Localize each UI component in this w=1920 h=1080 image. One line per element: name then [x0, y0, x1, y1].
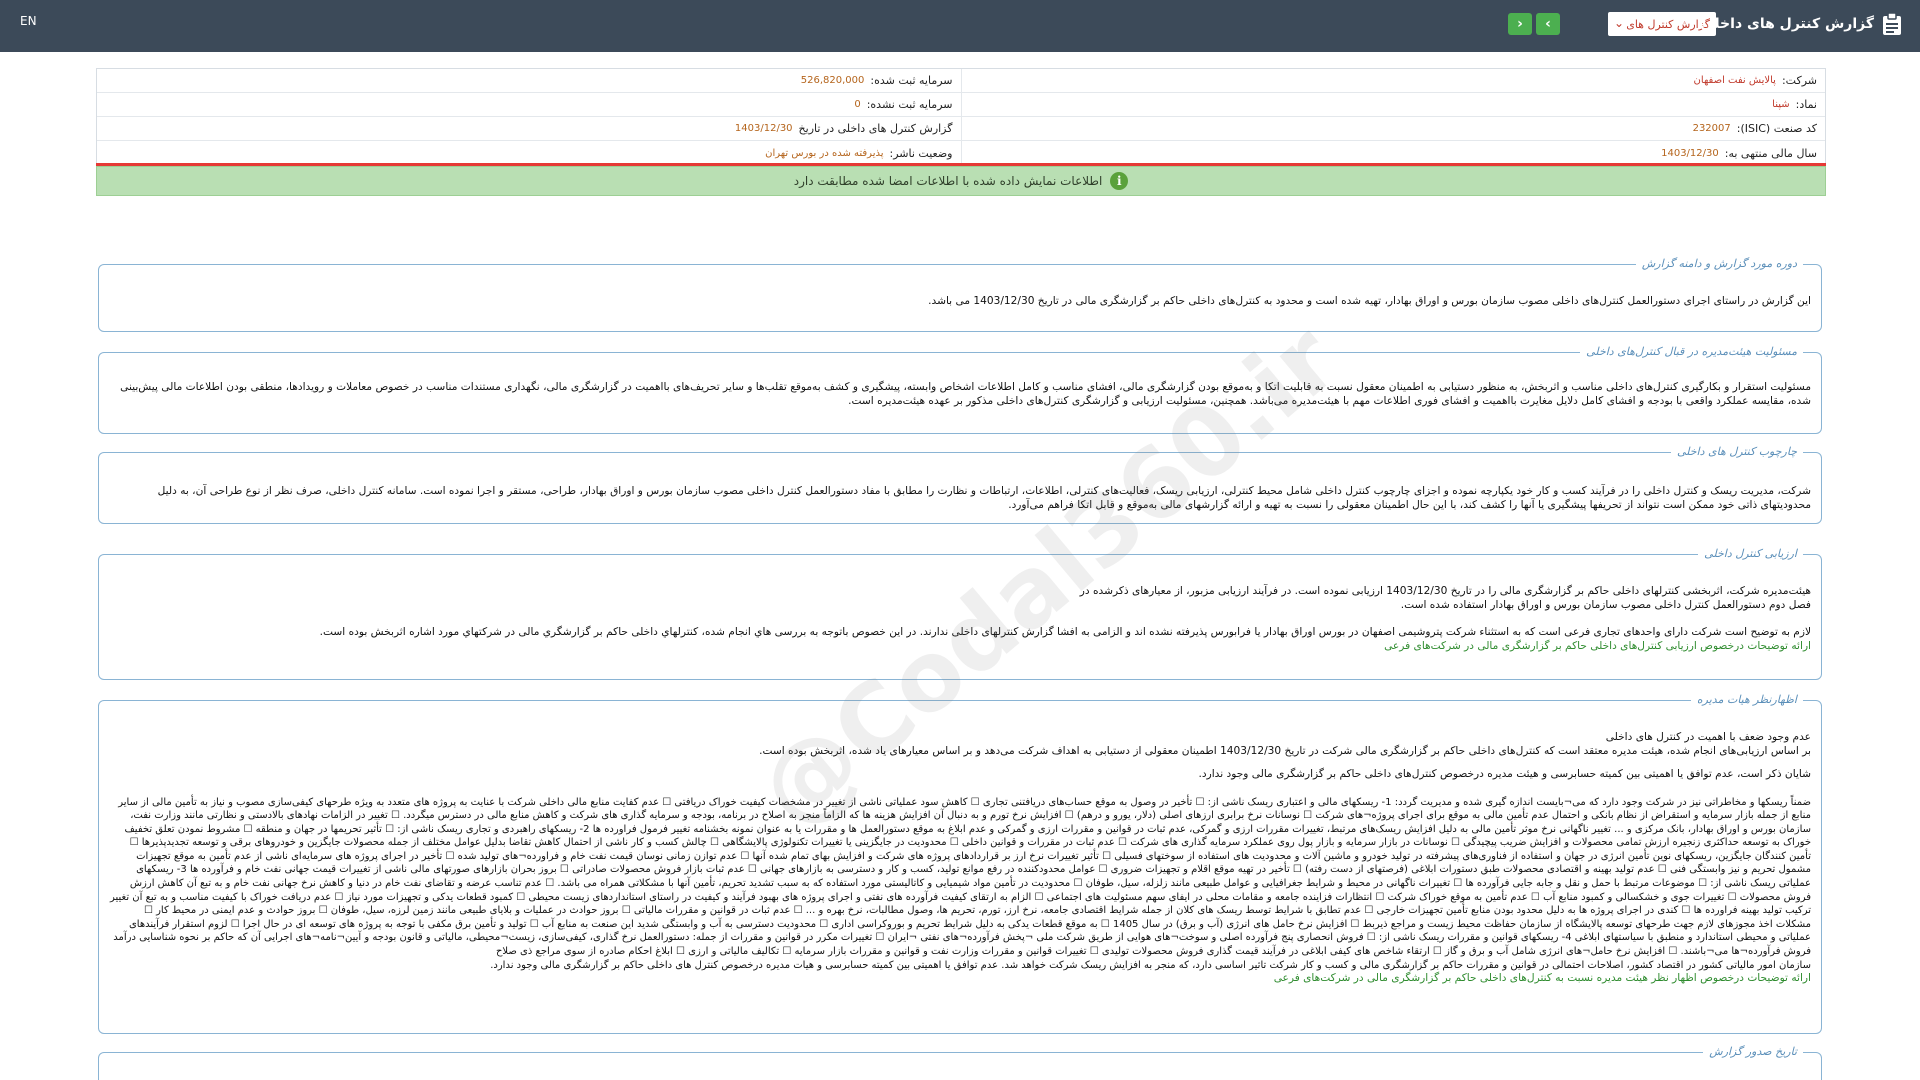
isic-value: 232007	[1692, 123, 1731, 134]
company-label: شرکت:	[1781, 74, 1817, 87]
report-date-value: 1403/12/30	[734, 123, 793, 134]
scope-section: دوره مورد گزارش و دامنه گزارش این گزارش …	[98, 257, 1822, 332]
symbol-label: نماد:	[1795, 98, 1817, 111]
info-row: شرکت: پالایش نفت اصفهان سرمایه ثبت شده: …	[97, 69, 1825, 93]
page-title: گزارش کنترل های داخلی	[1700, 16, 1874, 32]
capital-unregistered-value: 0	[854, 99, 861, 110]
report-type-select-value: گزارش کنترل های	[1626, 17, 1710, 31]
opinion-subsidiaries-link[interactable]: ارائه توضیحات درخصوص اظهار نظر هیئت مدیر…	[109, 972, 1811, 986]
capital-registered-value: 526,820,000	[800, 75, 865, 86]
notice-text: اطلاعات نمایش داده شده با اطلاعات امضا ش…	[793, 174, 1103, 188]
top-bar: EN › ‹ گزارش کنترل های ⌄ گزارش کنترل های…	[0, 0, 1920, 52]
framework-title: چارچوب کنترل های داخلی	[1670, 445, 1803, 458]
info-row: سال مالی منتهی به: 1403/12/30 وضعیت ناشر…	[97, 141, 1825, 165]
symbol-cell: نماد: شپنا	[960, 93, 1826, 116]
publisher-status-value: پذیرفته شده در بورس تهران	[765, 147, 884, 159]
company-cell: شرکت: پالایش نفت اصفهان	[960, 69, 1826, 92]
language-switch[interactable]: EN	[20, 14, 37, 28]
risk-paragraph: ضمناً ریسکها و مخاطراتی نیز در شرکت وجود…	[109, 796, 1811, 958]
report-date-cell: گزارش کنترل های داخلی در تاریخ 1403/12/3…	[97, 117, 961, 140]
capital-unregistered-cell: سرمایه ثبت نشده: 0	[97, 93, 961, 116]
info-row: نماد: شپنا سرمایه ثبت نشده: 0	[97, 93, 1825, 117]
info-row: کد صنعت (ISIC): 232007 گزارش کنترل های د…	[97, 117, 1825, 141]
board-responsibility-text: مسئولیت استقرار و بکارگیری کنترل‌های داخ…	[120, 381, 1811, 407]
evaluation-line-3: لازم به توضیح است شرکت دارای واحدهای تجا…	[319, 626, 1811, 638]
opinion-line-2: بر اساس ارزیابی‌های انجام شده، هیئت مدیر…	[759, 744, 1811, 757]
evaluation-line-1: هیئت‌مدیره شرکت، اثربخشی کنترلهای داخلی …	[1079, 585, 1811, 597]
fiscal-year-label: سال مالی منتهی به:	[1724, 146, 1817, 160]
scope-text: این گزارش در راستای اجرای دستورالعمل کنت…	[928, 295, 1811, 307]
signature-match-notice: i اطلاعات نمایش داده شده با اطلاعات امضا…	[96, 166, 1826, 196]
publisher-status-cell: وضعیت ناشر: پذیرفته شده در بورس تهران	[97, 141, 961, 165]
isic-label: کد صنعت (ISIC):	[1736, 122, 1817, 135]
evaluation-section: ارزیابی کنترل داخلی هیئت‌مدیره شرکت، اثر…	[98, 547, 1822, 680]
risk-paragraph-end: سازمان امور مالیاتی کشور در اقتصاد کشور،…	[490, 959, 1811, 971]
board-opinion-section: اظهارنظر هیات مدیره عدم وجود ضعف با اهمی…	[98, 693, 1822, 1034]
isic-cell: کد صنعت (ISIC): 232007	[960, 117, 1826, 140]
publisher-status-label: وضعیت ناشر:	[889, 146, 953, 160]
issue-date-title: تاریخ صدور گزارش	[1703, 1045, 1803, 1058]
evaluation-line-2: فصل دوم دستورالعمل کنترل داخلی مصوب سازم…	[1400, 598, 1811, 611]
symbol-value[interactable]: شپنا	[1772, 99, 1789, 110]
capital-registered-cell: سرمایه ثبت شده: 526,820,000	[97, 69, 961, 92]
evaluation-subsidiaries-link[interactable]: ارائه توضیحات درخصوص ارزیابی کنترل‌های د…	[109, 640, 1811, 654]
report-date-label: گزارش کنترل های داخلی در تاریخ	[798, 122, 953, 135]
board-responsibility-title: مسئولیت هیئت‌مدیره در قبال کنترل‌های داخ…	[1580, 345, 1803, 358]
fiscal-year-cell: سال مالی منتهی به: 1403/12/30	[960, 141, 1826, 165]
board-opinion-title: اظهارنظر هیات مدیره	[1690, 693, 1803, 706]
scope-section-title: دوره مورد گزارش و دامنه گزارش	[1635, 257, 1803, 270]
chevron-down-icon: ⌄	[1614, 16, 1625, 30]
opinion-line-3: شایان ذکر است، عدم توافق یا اهمیتی بین ک…	[1198, 768, 1811, 780]
previous-button[interactable]: ›	[1508, 13, 1532, 35]
document-clipboard-icon	[1882, 12, 1902, 36]
company-info-table: شرکت: پالایش نفت اصفهان سرمایه ثبت شده: …	[96, 68, 1826, 166]
info-icon: i	[1110, 172, 1129, 190]
evaluation-title: ارزیابی کنترل داخلی	[1698, 547, 1803, 560]
framework-text: شرکت، مدیریت ریسک و کنترل داخلی را در فر…	[157, 485, 1811, 511]
title-area: گزارش کنترل های داخلی	[1700, 12, 1902, 36]
fiscal-year-value: 1403/12/30	[1661, 147, 1719, 159]
issue-date-section: تاریخ صدور گزارش	[98, 1045, 1822, 1080]
framework-section: چارچوب کنترل های داخلی شرکت، مدیریت ریسک…	[98, 445, 1822, 524]
capital-unregistered-label: سرمایه ثبت نشده:	[866, 98, 953, 111]
opinion-line-1: عدم وجود ضعف با اهمیت در کنترل های داخلی	[1605, 731, 1811, 743]
board-responsibility-section: مسئولیت هیئت‌مدیره در قبال کنترل‌های داخ…	[98, 345, 1822, 434]
company-value[interactable]: پالایش نفت اصفهان	[1694, 75, 1776, 86]
capital-registered-label: سرمایه ثبت شده:	[870, 74, 953, 87]
next-button[interactable]: ‹	[1536, 13, 1560, 35]
